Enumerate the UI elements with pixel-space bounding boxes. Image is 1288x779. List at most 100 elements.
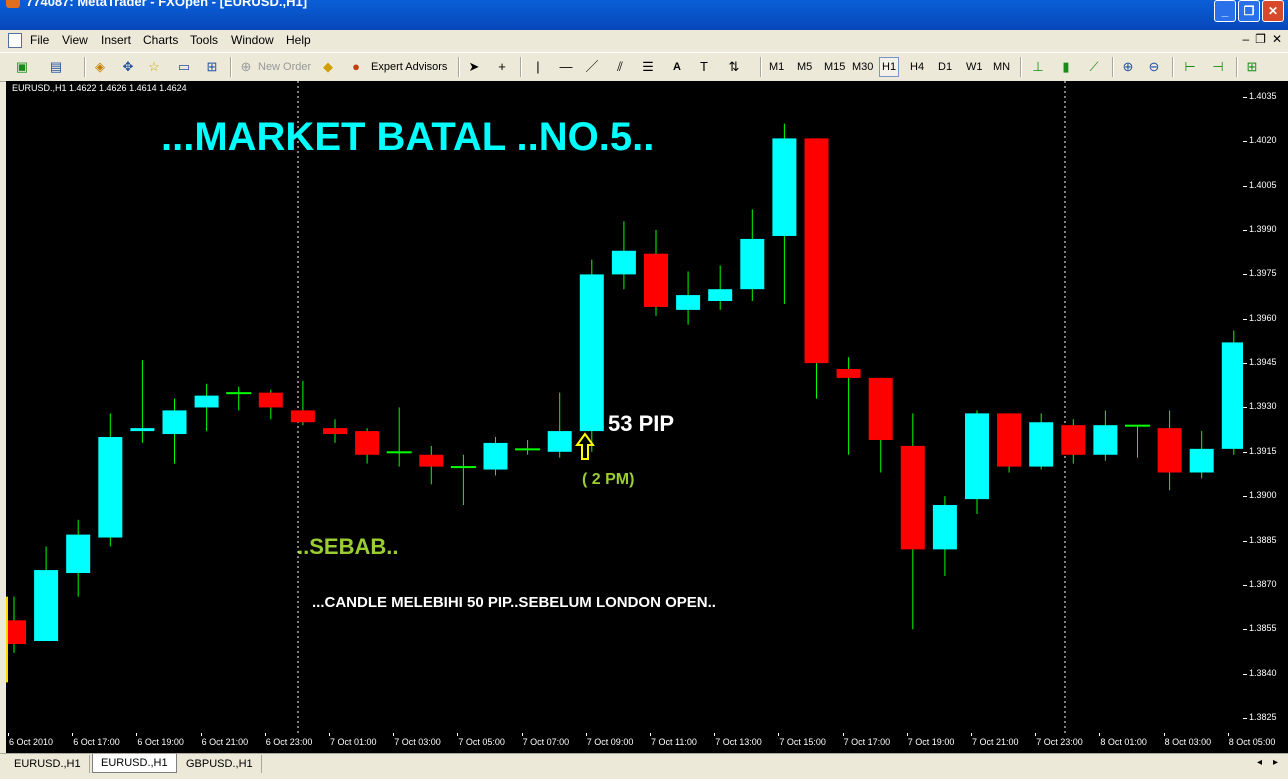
timeframe-m5[interactable]: M5 bbox=[797, 58, 812, 76]
window-controls: _ ❐ ✕ bbox=[1214, 0, 1284, 22]
candle-body-bull bbox=[579, 274, 604, 432]
candle bbox=[932, 496, 957, 576]
time-tick bbox=[521, 733, 523, 736]
favorites-icon[interactable]: ☆ bbox=[146, 59, 162, 75]
timeframe-m15[interactable]: M15 bbox=[824, 58, 845, 76]
menu-view[interactable]: View bbox=[62, 33, 88, 47]
chart-shift-icon[interactable]: ⊣ bbox=[1210, 59, 1226, 75]
new-order-icon[interactable]: ⊕ bbox=[238, 59, 254, 75]
candle bbox=[965, 410, 989, 514]
title-bar: 774087: MetaTrader - FXOpen - [EURUSD.,H… bbox=[0, 0, 1288, 30]
price-label: 1.3915 bbox=[1249, 445, 1277, 456]
terminal-icon[interactable]: ▭ bbox=[176, 59, 192, 75]
crosshair-icon[interactable]: + bbox=[494, 59, 510, 75]
new-chart-icon[interactable]: ▣ bbox=[14, 59, 30, 75]
mdi-controls: – ❐ ✕ bbox=[1242, 32, 1282, 46]
horizontal-line-icon[interactable]: — bbox=[558, 59, 574, 75]
tab-eurusd-h1-first[interactable]: EURUSD.,H1 bbox=[6, 755, 90, 773]
close-button[interactable]: ✕ bbox=[1262, 0, 1284, 22]
strategy-tester-icon[interactable]: ⊞ bbox=[204, 59, 220, 75]
candle bbox=[290, 380, 315, 426]
mdi-minimize-icon[interactable]: – bbox=[1242, 32, 1249, 46]
profiles-icon[interactable]: ▤ bbox=[48, 59, 64, 75]
candle bbox=[162, 398, 187, 464]
time-tick bbox=[136, 733, 138, 736]
channel-icon[interactable]: ⫽ bbox=[612, 59, 628, 75]
maximize-button[interactable]: ❐ bbox=[1238, 0, 1260, 22]
candle bbox=[547, 392, 572, 458]
price-label: 1.4020 bbox=[1249, 135, 1277, 146]
menu-file[interactable]: File bbox=[30, 33, 49, 47]
price-tick bbox=[1243, 97, 1247, 98]
candlestick-icon[interactable]: ▮ bbox=[1058, 59, 1074, 75]
tab-scroll-right-icon[interactable]: ▸ bbox=[1273, 757, 1278, 768]
candlestick-chart[interactable] bbox=[6, 81, 1243, 733]
timeframe-h4[interactable]: H4 bbox=[910, 58, 924, 76]
mdi-restore-icon[interactable]: ❐ bbox=[1255, 32, 1266, 46]
menu-help[interactable]: Help bbox=[286, 33, 311, 47]
price-tick bbox=[1243, 318, 1247, 320]
candle bbox=[6, 596, 26, 653]
timeframe-d1[interactable]: D1 bbox=[938, 58, 952, 76]
candle bbox=[900, 413, 925, 630]
time-label: 7 Oct 01:00 bbox=[330, 737, 377, 747]
candle bbox=[323, 419, 347, 443]
price-label: 1.3855 bbox=[1249, 623, 1277, 634]
line-chart-icon[interactable]: ⟋ bbox=[1086, 59, 1102, 75]
candle-body-bull bbox=[162, 410, 187, 435]
bar-chart-icon[interactable]: ⊥ bbox=[1030, 59, 1046, 75]
timeframe-mn[interactable]: MN bbox=[993, 58, 1010, 76]
time-label: 7 Oct 03:00 bbox=[394, 737, 441, 747]
candle-body-bull bbox=[130, 428, 155, 432]
tab-eurusd-h1-active[interactable]: EURUSD.,H1 bbox=[92, 754, 177, 773]
zoom-in-icon[interactable]: ⊕ bbox=[1120, 59, 1136, 75]
zoom-out-icon[interactable]: ⊖ bbox=[1146, 59, 1162, 75]
text-label-icon[interactable]: T bbox=[696, 59, 712, 75]
indicators-icon[interactable]: ⊞ bbox=[1244, 59, 1260, 75]
candle bbox=[644, 230, 668, 316]
candle bbox=[226, 386, 252, 411]
price-tick bbox=[1243, 185, 1247, 187]
timeframe-w1[interactable]: W1 bbox=[966, 58, 983, 76]
candle-body-bear bbox=[419, 454, 444, 467]
mdi-close-icon[interactable]: ✕ bbox=[1272, 32, 1282, 46]
document-icon[interactable] bbox=[8, 33, 22, 48]
menu-insert[interactable]: Insert bbox=[101, 33, 131, 47]
timeframe-h1[interactable]: H1 bbox=[879, 57, 900, 77]
text-tool-button[interactable]: A bbox=[673, 58, 681, 76]
new-order-button[interactable]: New Order bbox=[258, 58, 311, 76]
expert-advisors-icon[interactable]: ● bbox=[348, 59, 364, 75]
metaeditor-icon[interactable]: ◆ bbox=[320, 59, 336, 75]
market-watch-icon[interactable]: ◈ bbox=[92, 59, 108, 75]
vertical-line-icon[interactable]: | bbox=[530, 59, 546, 75]
auto-scroll-icon[interactable]: ⊢ bbox=[1182, 59, 1198, 75]
tab-gbpusd-h1[interactable]: GBPUSD.,H1 bbox=[178, 755, 262, 773]
time-label: 6 Oct 23:00 bbox=[265, 737, 313, 747]
candle bbox=[1125, 424, 1150, 458]
cursor-icon[interactable]: ➤ bbox=[466, 59, 482, 75]
candle-body-bull bbox=[386, 451, 412, 454]
time-tick bbox=[585, 733, 587, 736]
candle bbox=[130, 360, 155, 443]
fibonacci-icon[interactable]: ☰ bbox=[640, 59, 656, 75]
chart-area[interactable]: EURUSD.,H1 1.4622 1.4626 1.4614 1.4624 .… bbox=[6, 81, 1243, 733]
menu-tools[interactable]: Tools bbox=[190, 33, 218, 47]
tab-scroll-left-icon[interactable]: ◂ bbox=[1257, 757, 1262, 768]
price-label: 1.3930 bbox=[1249, 401, 1277, 412]
candle bbox=[772, 123, 797, 304]
timeframe-m30[interactable]: M30 bbox=[852, 58, 873, 76]
time-tick bbox=[1035, 733, 1037, 736]
menu-window[interactable]: Window bbox=[231, 33, 274, 47]
candle-body-bull bbox=[1093, 425, 1118, 455]
minimize-button[interactable]: _ bbox=[1214, 0, 1236, 22]
candle bbox=[836, 357, 861, 455]
trendline-icon[interactable]: ／ bbox=[584, 59, 600, 75]
arrows-icon[interactable]: ⇅ bbox=[726, 59, 742, 75]
candle-body-bull bbox=[965, 413, 989, 500]
timeframe-m1[interactable]: M1 bbox=[769, 58, 784, 76]
candle bbox=[676, 271, 701, 325]
expert-advisors-button[interactable]: Expert Advisors bbox=[371, 58, 447, 76]
menu-charts[interactable]: Charts bbox=[143, 33, 178, 47]
price-label: 1.3840 bbox=[1249, 667, 1277, 678]
navigator-icon[interactable]: ✥ bbox=[120, 59, 136, 75]
